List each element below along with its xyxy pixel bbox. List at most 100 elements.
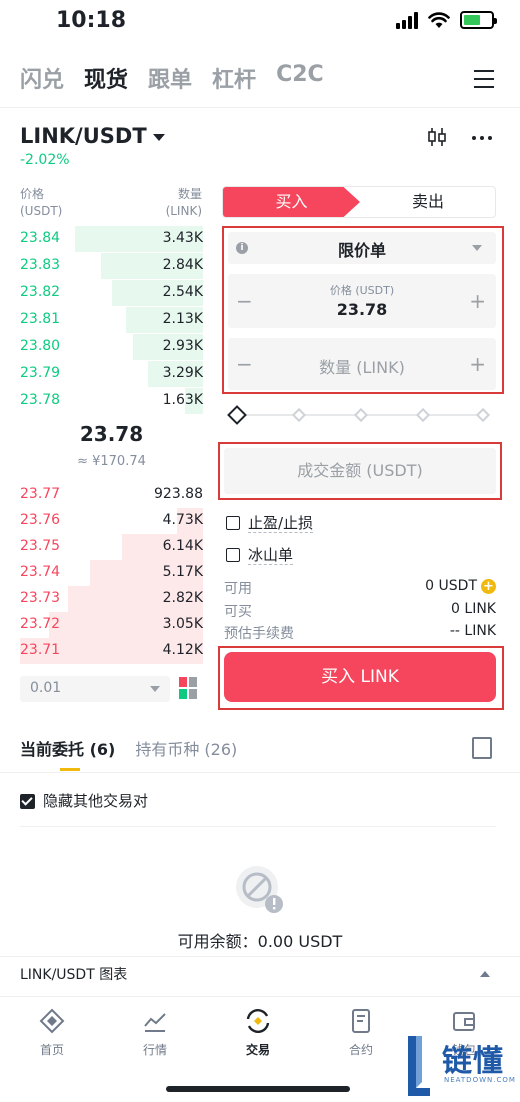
orderbook-qty-header: 数量 (LINK) — [140, 186, 202, 220]
ask-row[interactable]: 23.71 4.12K — [20, 638, 203, 664]
nav-trade-label: 交易 — [245, 1043, 270, 1057]
menu-icon[interactable] — [474, 70, 494, 88]
orders-tabs: 当前委托 (6) 持有币种 (26) — [20, 736, 237, 760]
bid-row[interactable]: 23.83 2.84K — [20, 253, 203, 279]
tab-margin[interactable]: 杠杆 — [212, 62, 256, 94]
fee-value: -- LINK — [449, 623, 496, 639]
active-tab-indicator — [60, 768, 80, 771]
tab-copy-trading[interactable]: 跟单 — [148, 62, 192, 94]
amount-slider[interactable] — [227, 405, 491, 425]
ask-qty: 3.05K — [162, 616, 203, 632]
orderbook-price-header: 价格 (USDT) — [20, 186, 62, 220]
bid-qty: 3.29K — [162, 365, 203, 381]
nav-trade[interactable]: 交易 — [218, 1007, 298, 1058]
ask-qty: 4.73K — [162, 512, 203, 528]
nav-futures[interactable]: 合约 — [321, 1007, 401, 1058]
qty-header-label: 数量 — [177, 187, 202, 201]
highlight-box — [222, 226, 504, 394]
highlight-box — [218, 442, 502, 500]
sell-tab[interactable]: 卖出 — [360, 187, 495, 217]
bid-row[interactable]: 23.82 2.54K — [20, 280, 203, 306]
nav-markets[interactable]: 行情 — [115, 1007, 195, 1058]
buy-tab[interactable]: 买入 — [223, 187, 360, 217]
bid-row[interactable]: 23.81 2.13K — [20, 307, 203, 333]
bid-price: 23.84 — [20, 230, 61, 246]
checkbox-checked-icon — [20, 794, 35, 809]
bid-qty: 3.43K — [162, 230, 203, 246]
price-header-label: 价格 — [20, 187, 45, 201]
last-price[interactable]: 23.78 — [20, 422, 203, 446]
slider-step-25[interactable] — [291, 407, 307, 423]
home-icon — [39, 1008, 65, 1034]
hide-other-pairs-checkbox[interactable]: 隐藏其他交易对 — [20, 790, 148, 811]
watermark-logo: 链懂 NEATDOWN.COM — [402, 1030, 518, 1102]
ask-qty: 6.14K — [162, 538, 203, 554]
bid-row[interactable]: 23.80 2.93K — [20, 334, 203, 360]
ask-qty: 5.17K — [162, 564, 203, 580]
order-history-icon[interactable] — [472, 737, 492, 759]
slider-step-50[interactable] — [353, 407, 369, 423]
bid-row[interactable]: 23.79 3.29K — [20, 361, 203, 387]
bid-qty: 2.93K — [162, 338, 203, 354]
nav-home[interactable]: 首页 — [12, 1007, 92, 1058]
ask-price: 23.74 — [20, 564, 61, 580]
caret-down-icon — [152, 133, 165, 141]
ask-row[interactable]: 23.76 4.73K — [20, 508, 203, 534]
tab-c2c[interactable]: C2C — [276, 62, 324, 94]
add-funds-icon[interactable]: + — [481, 578, 496, 594]
buyable-row: 可买 0 LINK — [224, 601, 496, 621]
battery-icon — [460, 11, 497, 29]
buyable-label: 可买 — [224, 604, 252, 620]
tab-holdings[interactable]: 持有币种 (26) — [135, 736, 237, 760]
depth-precision-value: 0.01 — [30, 680, 62, 696]
ask-row[interactable]: 23.77 923.88 — [20, 482, 203, 508]
home-indicator[interactable] — [166, 1086, 350, 1092]
ask-row[interactable]: 23.72 3.05K — [20, 612, 203, 638]
bid-qty: 2.54K — [162, 284, 203, 300]
ask-price: 23.72 — [20, 616, 61, 632]
tp-sl-checkbox[interactable]: 止盈/止损 — [226, 512, 314, 533]
divider — [20, 826, 496, 827]
ask-row[interactable]: 23.73 2.82K — [20, 586, 203, 612]
watermark-sub: NEATDOWN.COM — [444, 1076, 516, 1084]
slider-step-100[interactable] — [475, 407, 491, 423]
ask-price: 23.73 — [20, 590, 61, 606]
bid-qty: 2.13K — [162, 311, 203, 327]
no-orders-icon — [236, 866, 283, 913]
ask-row[interactable]: 23.75 6.14K — [20, 534, 203, 560]
slider-step-75[interactable] — [415, 407, 431, 423]
available-balance: 可用余额：0.00 USDT — [177, 932, 343, 951]
bid-row[interactable]: 23.84 3.43K — [20, 226, 203, 252]
depth-precision-select[interactable]: 0.01 — [20, 676, 170, 702]
checkbox-icon — [226, 515, 240, 530]
watermark-name: 链懂 — [442, 1044, 504, 1079]
available-value-wrap: 0 USDT + — [425, 578, 496, 594]
orderbook-layout-icon[interactable] — [179, 677, 199, 699]
nav-markets-label: 行情 — [142, 1043, 167, 1057]
status-bar: 10:18 — [0, 0, 520, 44]
cellular-signal-icon — [396, 11, 418, 29]
ask-row[interactable]: 23.74 5.17K — [20, 560, 203, 586]
divider — [0, 772, 520, 773]
watermark-mark-icon — [408, 1036, 430, 1096]
caret-up-icon[interactable] — [480, 971, 490, 977]
iceberg-checkbox[interactable]: 冰山单 — [226, 544, 294, 565]
tab-open-orders[interactable]: 当前委托 (6) — [20, 736, 115, 760]
pair-selector[interactable]: LINK/USDT — [20, 124, 165, 148]
bid-row[interactable]: 23.78 1.63K — [20, 388, 203, 414]
tab-spot[interactable]: 现货 — [84, 62, 128, 94]
more-options-icon[interactable] — [472, 136, 492, 140]
checkbox-icon — [226, 547, 240, 562]
candlestick-chart-icon[interactable] — [426, 126, 448, 148]
tp-sl-label: 止盈/止损 — [248, 514, 314, 533]
tab-swap[interactable]: 闪兑 — [20, 62, 64, 94]
ask-price: 23.71 — [20, 642, 61, 658]
fee-row: 预估手续费 -- LINK — [224, 623, 496, 643]
wifi-icon — [428, 11, 450, 28]
slider-knob[interactable] — [227, 405, 247, 425]
divider — [0, 956, 520, 957]
chart-toggle[interactable]: LINK/USDT 图表 — [20, 964, 127, 984]
bid-price: 23.79 — [20, 365, 61, 381]
iceberg-label: 冰山单 — [248, 546, 294, 565]
ask-price: 23.76 — [20, 512, 61, 528]
